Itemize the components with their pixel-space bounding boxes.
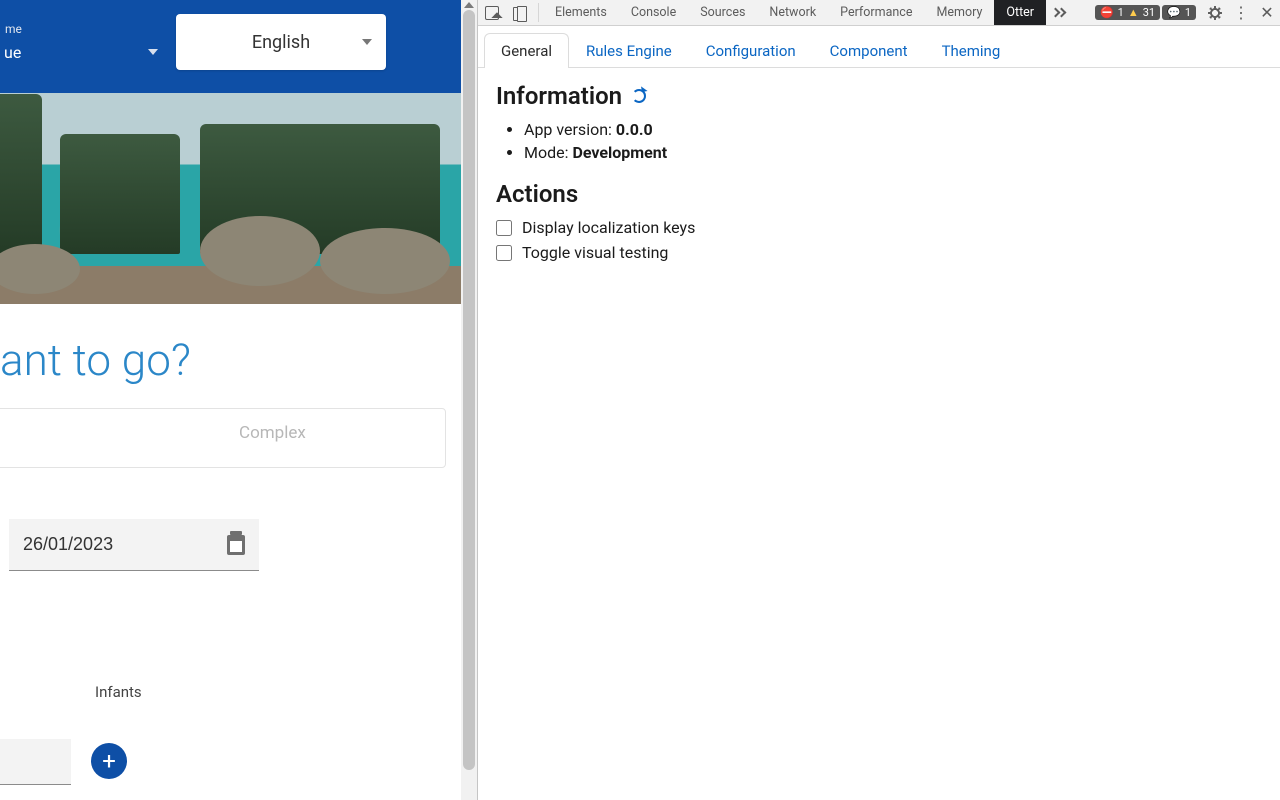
- otter-tab-configuration[interactable]: Configuration: [689, 33, 813, 68]
- app-scrollbar[interactable]: [461, 0, 477, 800]
- info-icon: 💬: [1167, 7, 1181, 18]
- close-icon: ✕: [1260, 3, 1273, 22]
- otter-tab-theming[interactable]: Theming: [925, 33, 1018, 68]
- hero-image: [0, 93, 477, 304]
- otter-panel-body: Information App version: 0.0.0 Mode: Dev…: [478, 68, 1280, 282]
- otter-tab-component[interactable]: Component: [813, 33, 925, 68]
- app-viewport: me ue English ant to go? Complex Infants: [0, 0, 477, 800]
- inspect-icon: [485, 6, 499, 20]
- tab-complex[interactable]: Complex: [239, 423, 306, 443]
- devtools-tab-otter[interactable]: Otter: [994, 0, 1046, 25]
- app-header: me ue English: [0, 0, 477, 93]
- calendar-icon[interactable]: [227, 535, 245, 555]
- gear-icon: [1208, 6, 1222, 20]
- devtools-settings-button[interactable]: [1202, 0, 1228, 25]
- inspect-element-button[interactable]: [478, 0, 506, 25]
- devtools-panel: Elements Console Sources Network Perform…: [477, 0, 1280, 800]
- toggle-localization-keys[interactable]: Display localization keys: [496, 218, 1262, 237]
- actions-list: Display localization keys Toggle visual …: [496, 218, 1262, 262]
- scroll-up-arrow-icon[interactable]: [464, 2, 474, 8]
- otter-tabs: General Rules Engine Configuration Compo…: [478, 26, 1280, 68]
- actions-heading: Actions: [496, 180, 1262, 208]
- chevron-down-icon: [362, 39, 372, 45]
- toggle-visual-testing-checkbox[interactable]: [496, 245, 512, 261]
- devtools-close-button[interactable]: ✕: [1254, 0, 1280, 25]
- hero-question: ant to go?: [0, 304, 477, 408]
- language-select-value: English: [252, 32, 310, 53]
- devtools-tab-memory[interactable]: Memory: [924, 0, 994, 25]
- toolbar-separator: [538, 3, 539, 22]
- devtools-tab-sources[interactable]: Sources: [688, 0, 757, 25]
- app-scroll: me ue English ant to go? Complex Infants: [0, 0, 477, 800]
- increase-infants-button[interactable]: +: [91, 743, 127, 779]
- devtools-toolbar: Elements Console Sources Network Perform…: [478, 0, 1280, 26]
- device-toolbar-button[interactable]: [506, 0, 534, 25]
- otter-tab-general[interactable]: General: [484, 33, 569, 68]
- refresh-icon[interactable]: [632, 89, 646, 103]
- device-icon: [513, 6, 527, 20]
- error-warning-badge[interactable]: ⛔1 ▲31: [1095, 5, 1160, 20]
- otter-tab-rules-engine[interactable]: Rules Engine: [569, 33, 689, 68]
- chevrons-right-icon: [1051, 6, 1065, 20]
- infants-stepper: Infants + − 0 +: [0, 725, 127, 785]
- return-date-field[interactable]: [9, 519, 259, 571]
- devtools-tab-performance[interactable]: Performance: [828, 0, 924, 25]
- scrollbar-thumb[interactable]: [463, 10, 475, 770]
- info-badge[interactable]: 💬1: [1162, 5, 1196, 20]
- language-select[interactable]: English: [176, 14, 386, 70]
- devtools-issue-badges[interactable]: ⛔1 ▲31 💬1: [1089, 0, 1202, 25]
- devtools-tab-network[interactable]: Network: [757, 0, 828, 25]
- devtools-tab-overflow[interactable]: [1046, 0, 1070, 25]
- return-date-input[interactable]: [23, 534, 227, 555]
- theme-select-value: ue: [4, 43, 21, 62]
- error-icon: ⛔: [1100, 7, 1114, 18]
- toggle-visual-testing[interactable]: Toggle visual testing: [496, 243, 1262, 262]
- toggle-localization-keys-checkbox[interactable]: [496, 220, 512, 236]
- infants-input[interactable]: 0: [0, 739, 71, 785]
- infants-label: Infants: [95, 683, 142, 701]
- devtools-tab-console[interactable]: Console: [619, 0, 688, 25]
- search-card: Complex Infants + − 0 +: [0, 408, 446, 468]
- devtools-menu-button[interactable]: ⋮: [1228, 0, 1254, 25]
- mode-row: Mode: Development: [524, 143, 1262, 162]
- app-version-row: App version: 0.0.0: [524, 120, 1262, 139]
- information-heading: Information: [496, 82, 1262, 110]
- devtools-tab-elements[interactable]: Elements: [543, 0, 619, 25]
- theme-select[interactable]: ue: [0, 32, 168, 72]
- warning-icon: ▲: [1128, 7, 1139, 18]
- chevron-down-icon: [148, 49, 158, 55]
